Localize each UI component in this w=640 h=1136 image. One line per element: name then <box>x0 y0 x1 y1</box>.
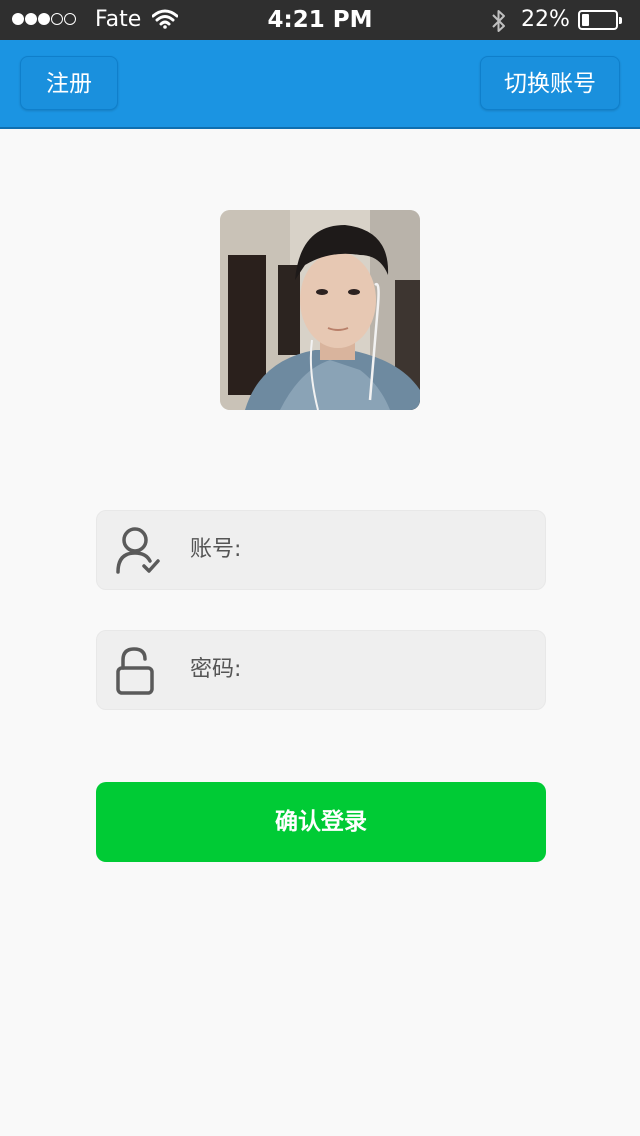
password-field[interactable]: 密码: <box>96 630 546 710</box>
account-label: 账号: <box>190 537 242 562</box>
avatar-photo <box>220 210 420 410</box>
confirm-login-button[interactable]: 确认登录 <box>96 782 546 862</box>
account-field[interactable]: 账号: <box>96 510 546 590</box>
status-bar: Fate 4:21 PM 22% <box>0 0 640 40</box>
bluetooth-icon <box>492 10 505 32</box>
password-input[interactable] <box>257 643 531 699</box>
register-button[interactable]: 注册 <box>20 56 118 110</box>
user-check-icon <box>116 527 160 574</box>
battery-icon <box>578 10 622 30</box>
battery-fill <box>582 14 589 26</box>
avatar <box>220 210 420 410</box>
switch-account-button[interactable]: 切换账号 <box>480 56 620 110</box>
account-input[interactable] <box>257 523 531 579</box>
password-label: 密码: <box>190 657 242 682</box>
top-navigation-bar: 注册 切换账号 <box>0 40 640 129</box>
unlock-icon <box>116 647 154 695</box>
battery-percent: 22% <box>521 7 570 32</box>
login-screen: Fate 4:21 PM 22% 注册 切换账号 账号: 密码: 确认登录 <box>0 0 640 1136</box>
